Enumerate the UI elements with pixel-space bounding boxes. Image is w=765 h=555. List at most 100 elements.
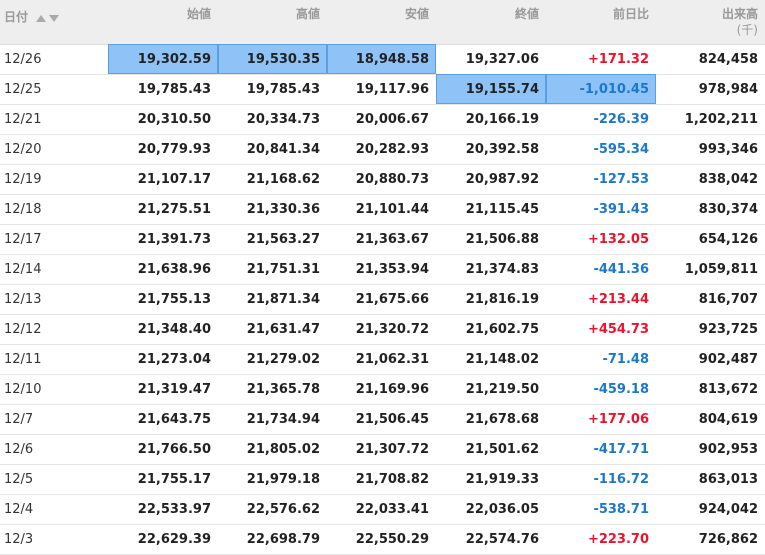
cell-close: 22,036.05 (436, 494, 546, 525)
cell-close: 20,166.19 (436, 104, 546, 135)
cell-open: 22,629.39 (108, 524, 218, 555)
cell-change: -116.72 (546, 464, 656, 495)
cell-low: 21,353.94 (327, 254, 436, 285)
cell-open: 21,766.50 (108, 434, 218, 465)
cell-volume: 813,672 (656, 374, 765, 405)
cell-open: 21,275.51 (108, 194, 218, 225)
cell-low: 20,006.67 (327, 104, 436, 135)
cell-change: -538.71 (546, 494, 656, 525)
cell-volume: 1,059,811 (656, 254, 765, 285)
cell-change: +171.32 (546, 44, 656, 75)
cell-volume: 924,042 (656, 494, 765, 525)
table-row: 12/4 22,533.97 22,576.62 22,033.41 22,036.05… (0, 494, 765, 525)
cell-close: 21,148.02 (436, 344, 546, 375)
cell-low: 21,320.72 (327, 314, 436, 345)
cell-open: 19,302.59 (108, 44, 218, 75)
cell-change: -391.43 (546, 194, 656, 225)
cell-volume: 838,042 (656, 164, 765, 195)
cell-change: -417.71 (546, 434, 656, 465)
cell-change: +223.70 (546, 524, 656, 555)
cell-change: -595.34 (546, 134, 656, 165)
cell-low: 21,506.45 (327, 404, 436, 435)
cell-high: 21,979.18 (218, 464, 327, 495)
cell-volume: 1,202,211 (656, 104, 765, 135)
cell-low: 22,550.29 (327, 524, 436, 555)
cell-open: 21,638.96 (108, 254, 218, 285)
cell-high: 21,168.62 (218, 164, 327, 195)
table-row: 12/20 20,779.93 20,841.34 20,282.93 20,392.5… (0, 134, 765, 165)
cell-volume: 902,487 (656, 344, 765, 375)
cell-high: 19,530.35 (218, 44, 327, 75)
cell-low: 21,363.67 (327, 224, 436, 255)
cell-volume: 978,984 (656, 74, 765, 105)
cell-date: 12/11 (0, 344, 108, 375)
table-row: 12/26 19,302.59 19,530.35 18,948.58 19,327.0… (0, 44, 765, 75)
cell-date: 12/4 (0, 494, 108, 525)
cell-low: 21,675.66 (327, 284, 436, 315)
table-row: 12/7 21,643.75 21,734.94 21,506.45 21,678.68… (0, 404, 765, 435)
cell-open: 21,643.75 (108, 404, 218, 435)
cell-open: 19,785.43 (108, 74, 218, 105)
column-header-date-label: 日付 (4, 10, 29, 24)
cell-change: -441.36 (546, 254, 656, 285)
cell-close: 21,219.50 (436, 374, 546, 405)
sort-ascending-icon[interactable] (36, 15, 47, 22)
cell-low: 18,948.58 (327, 44, 436, 75)
cell-high: 21,751.31 (218, 254, 327, 285)
table-row: 12/17 21,391.73 21,563.27 21,363.67 21,506.8… (0, 224, 765, 255)
cell-low: 21,169.96 (327, 374, 436, 405)
price-history-table: 日付 始値 高値 安値 終値 前日比 出来高 (千) 12/26 19,302.5… (0, 0, 765, 555)
cell-close: 19,155.74 (436, 74, 546, 105)
cell-date: 12/26 (0, 44, 108, 75)
cell-change: +177.06 (546, 404, 656, 435)
table-row: 12/19 21,107.17 21,168.62 20,880.73 20,987.9… (0, 164, 765, 195)
cell-close: 21,374.83 (436, 254, 546, 285)
cell-volume: 993,346 (656, 134, 765, 165)
cell-close: 19,327.06 (436, 44, 546, 75)
column-header-volume-label: 出来高 (721, 7, 758, 21)
cell-low: 19,117.96 (327, 74, 436, 105)
cell-high: 21,330.36 (218, 194, 327, 225)
cell-close: 21,602.75 (436, 314, 546, 345)
cell-change: -226.39 (546, 104, 656, 135)
table-row: 12/25 19,785.43 19,785.43 19,117.96 19,155.7… (0, 74, 765, 105)
cell-change: +213.44 (546, 284, 656, 315)
cell-close: 21,115.45 (436, 194, 546, 225)
cell-date: 12/25 (0, 74, 108, 105)
cell-volume: 654,126 (656, 224, 765, 255)
cell-close: 20,987.92 (436, 164, 546, 195)
cell-date: 12/13 (0, 284, 108, 315)
cell-low: 22,033.41 (327, 494, 436, 525)
cell-high: 21,871.34 (218, 284, 327, 315)
sort-descending-icon[interactable] (49, 15, 60, 22)
cell-high: 21,563.27 (218, 224, 327, 255)
cell-volume: 902,953 (656, 434, 765, 465)
cell-low: 20,880.73 (327, 164, 436, 195)
table-header: 日付 始値 高値 安値 終値 前日比 出来高 (千) (0, 0, 765, 45)
column-header-date[interactable]: 日付 (0, 0, 108, 45)
cell-low: 21,062.31 (327, 344, 436, 375)
table-row: 12/13 21,755.13 21,871.34 21,675.66 21,816.1… (0, 284, 765, 315)
table-row: 12/5 21,755.17 21,979.18 21,708.82 21,919.33… (0, 464, 765, 495)
cell-low: 21,101.44 (327, 194, 436, 225)
cell-open: 21,273.04 (108, 344, 218, 375)
cell-change: -1,010.45 (546, 74, 656, 105)
cell-date: 12/17 (0, 224, 108, 255)
cell-low: 21,708.82 (327, 464, 436, 495)
cell-open: 21,348.40 (108, 314, 218, 345)
cell-open: 21,755.17 (108, 464, 218, 495)
cell-date: 12/5 (0, 464, 108, 495)
cell-date: 12/21 (0, 104, 108, 135)
cell-volume: 923,725 (656, 314, 765, 345)
cell-change: -127.53 (546, 164, 656, 195)
cell-open: 21,755.13 (108, 284, 218, 315)
table-row: 12/3 22,629.39 22,698.79 22,550.29 22,574.76… (0, 524, 765, 555)
cell-date: 12/19 (0, 164, 108, 195)
sort-arrows-icon[interactable] (36, 10, 62, 26)
column-header-low: 安値 (327, 0, 436, 45)
cell-volume: 863,013 (656, 464, 765, 495)
column-header-high: 高値 (218, 0, 327, 45)
table-row: 12/12 21,348.40 21,631.47 21,320.72 21,602.7… (0, 314, 765, 345)
cell-volume: 804,619 (656, 404, 765, 435)
cell-close: 21,678.68 (436, 404, 546, 435)
